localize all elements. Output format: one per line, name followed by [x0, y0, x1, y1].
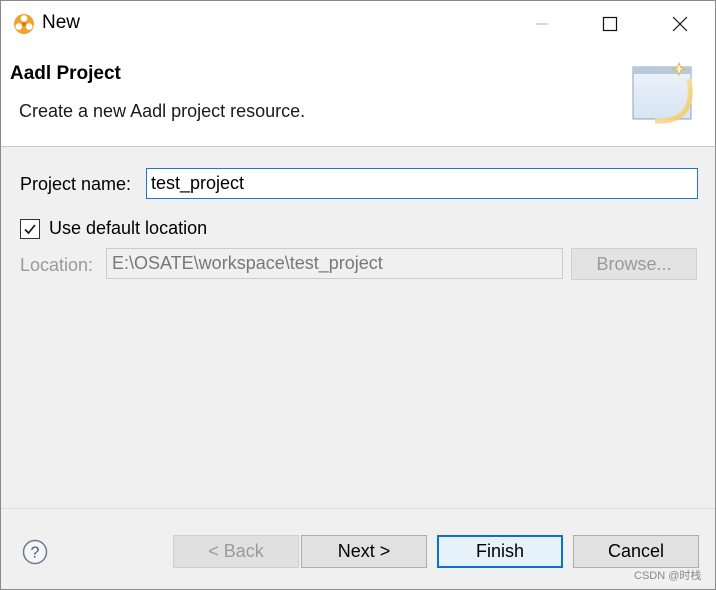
cancel-button[interactable]: Cancel [573, 535, 699, 568]
finish-button[interactable]: Finish [437, 535, 563, 568]
new-project-wizard-icon [632, 61, 693, 124]
help-icon[interactable]: ? [22, 539, 48, 565]
watermark: CSDN @时栈 [634, 570, 702, 582]
checkmark-icon [24, 224, 36, 235]
maximize-button[interactable] [587, 1, 633, 47]
wizard-title: Aadl Project [10, 63, 121, 84]
title-bar[interactable]: New [1, 1, 715, 47]
maximize-icon [602, 16, 618, 32]
browse-button: Browse... [571, 248, 697, 280]
new-project-dialog: New Aadl Project Create a new Aadl proje… [0, 0, 716, 590]
back-button: < Back [173, 535, 299, 568]
close-icon [672, 16, 688, 32]
close-button[interactable] [657, 1, 703, 47]
minimize-icon [536, 23, 548, 25]
window-title: New [42, 12, 81, 33]
minimize-button[interactable] [519, 1, 565, 47]
wizard-page-content: Project name: Use default location Locat… [1, 148, 715, 508]
location-label: Location: [20, 255, 94, 275]
osate-app-icon [14, 14, 34, 34]
wizard-footer: ? < Back Next > Finish Cancel [1, 508, 715, 589]
use-default-location-label[interactable]: Use default location [49, 218, 207, 239]
location-input [106, 248, 563, 279]
use-default-location-checkbox[interactable] [20, 219, 40, 239]
wizard-banner: Aadl Project Create a new Aadl project r… [1, 47, 715, 147]
project-name-input[interactable] [146, 168, 698, 199]
project-name-label: Project name: [20, 174, 132, 194]
svg-text:?: ? [31, 545, 40, 562]
next-button[interactable]: Next > [301, 535, 427, 568]
wizard-description: Create a new Aadl project resource. [19, 101, 306, 121]
